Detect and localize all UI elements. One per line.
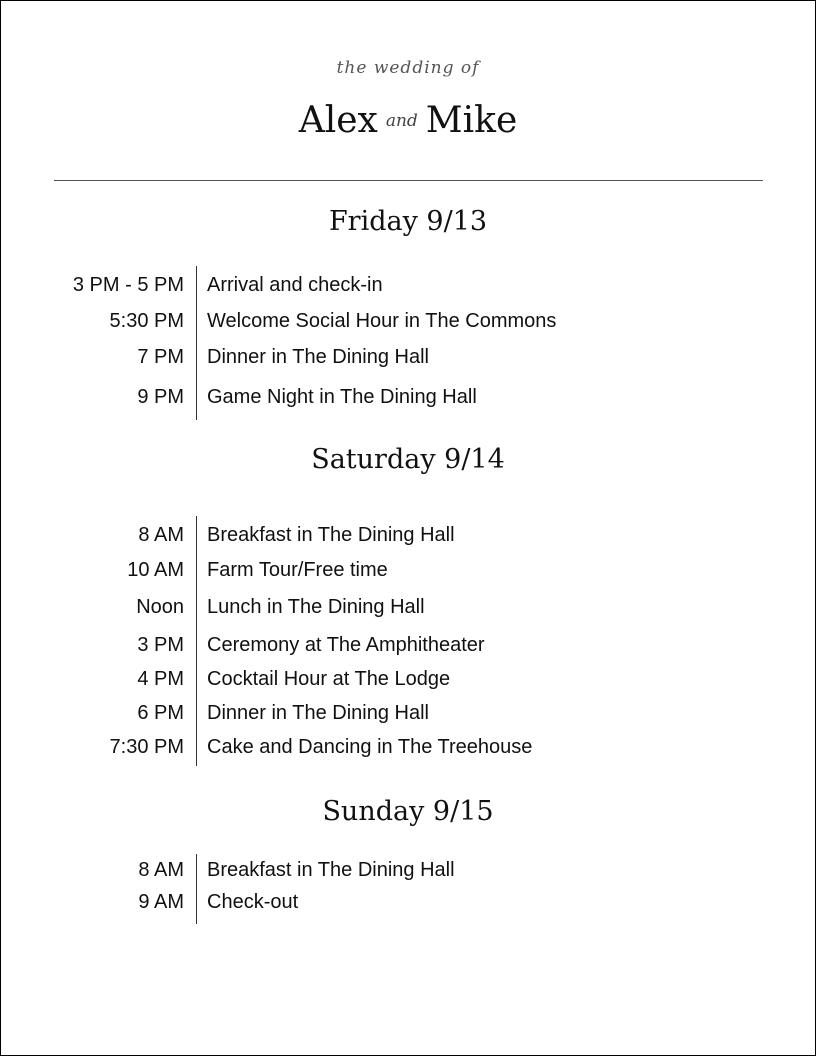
name-2: Mike xyxy=(425,100,518,141)
schedule-row: 5:30 PM Welcome Social Hour in The Commo… xyxy=(0,310,816,334)
divider xyxy=(54,180,763,181)
schedule-row: 3 PM - 5 PM Arrival and check-in xyxy=(0,274,816,298)
schedule-row: Noon Lunch in The Dining Hall xyxy=(0,596,816,620)
event-time: 3 PM xyxy=(137,634,184,656)
schedule-row: 6 PM Dinner in The Dining Hall xyxy=(0,702,816,726)
schedule-row: 9 AM Check-out xyxy=(0,891,816,915)
day-title-saturday: Saturday 9/14 xyxy=(311,444,505,475)
schedule-row: 7:30 PM Cake and Dancing in The Treehous… xyxy=(0,736,816,760)
schedule-row: 8 AM Breakfast in The Dining Hall xyxy=(0,524,816,548)
name-1: Alex xyxy=(298,100,378,141)
event-description: Breakfast in The Dining Hall xyxy=(207,524,455,546)
event-time: 5:30 PM xyxy=(109,310,184,332)
schedule-row: 3 PM Ceremony at The Amphitheater xyxy=(0,634,816,658)
event-description: Lunch in The Dining Hall xyxy=(207,596,425,618)
schedule-row: 4 PM Cocktail Hour at The Lodge xyxy=(0,668,816,692)
schedule-row: 9 PM Game Night in The Dining Hall xyxy=(0,386,816,410)
subtitle: the wedding of xyxy=(336,58,480,78)
event-time: 10 AM xyxy=(127,559,184,581)
event-description: Welcome Social Hour in The Commons xyxy=(207,310,557,332)
event-description: Breakfast in The Dining Hall xyxy=(207,859,455,881)
schedule-row: 7 PM Dinner in The Dining Hall xyxy=(0,346,816,370)
event-description: Dinner in The Dining Hall xyxy=(207,702,429,724)
schedule-row: 10 AM Farm Tour/Free time xyxy=(0,559,816,583)
schedule-row: 8 AM Breakfast in The Dining Hall xyxy=(0,859,816,883)
couple-names: Alex and Mike xyxy=(0,100,816,141)
event-description: Game Night in The Dining Hall xyxy=(207,386,477,408)
event-time: 3 PM - 5 PM xyxy=(72,274,184,296)
event-time: Noon xyxy=(136,596,184,618)
event-time: 4 PM xyxy=(137,668,184,690)
event-description: Dinner in The Dining Hall xyxy=(207,346,429,368)
event-description: Arrival and check-in xyxy=(207,274,383,296)
event-description: Farm Tour/Free time xyxy=(207,559,388,581)
event-time: 7 PM xyxy=(137,346,184,368)
event-time: 8 AM xyxy=(138,524,184,546)
event-description: Check-out xyxy=(207,891,299,913)
event-description: Cocktail Hour at The Lodge xyxy=(207,668,451,690)
event-description: Ceremony at The Amphitheater xyxy=(207,634,485,656)
event-description: Cake and Dancing in The Treehouse xyxy=(207,736,533,758)
day-title-friday: Friday 9/13 xyxy=(328,206,488,237)
event-time: 9 PM xyxy=(137,386,184,408)
event-time: 9 AM xyxy=(138,891,184,913)
and-text: and xyxy=(385,111,418,131)
event-time: 7:30 PM xyxy=(109,736,184,758)
event-time: 8 AM xyxy=(138,859,184,881)
day-title-sunday: Sunday 9/15 xyxy=(322,796,494,827)
event-time: 6 PM xyxy=(137,702,184,724)
